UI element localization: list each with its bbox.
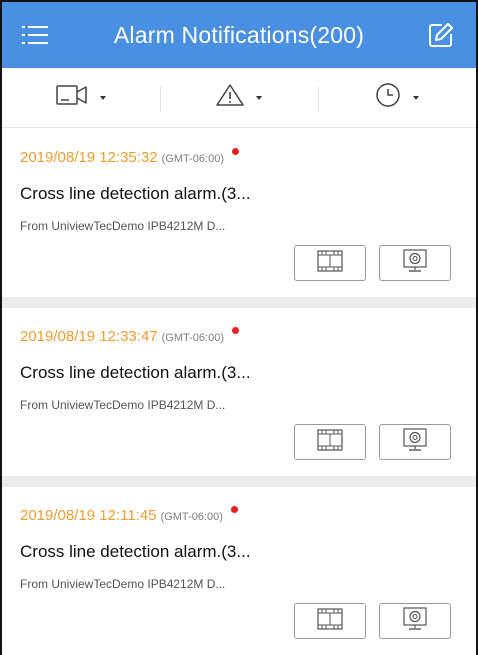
camera-icon <box>56 84 88 111</box>
film-icon <box>317 428 343 456</box>
playback-button[interactable] <box>294 424 366 460</box>
alarm-list: 2019/08/19 12:35:32 (GMT-06:00) Cross li… <box>2 129 476 655</box>
live-view-button[interactable] <box>379 245 451 281</box>
playback-button[interactable] <box>294 603 366 639</box>
alarm-source: From UniviewTecDemo IPB4212M D... <box>20 577 226 591</box>
page-title: Alarm Notifications(200) <box>113 21 365 48</box>
alarm-title: Cross line detection alarm.(3... <box>20 184 251 203</box>
film-icon <box>317 607 343 635</box>
alarm-card[interactable]: 2019/08/19 12:35:32 (GMT-06:00) Cross li… <box>2 129 476 297</box>
chevron-down-icon <box>413 95 419 100</box>
alarm-card[interactable]: 2019/08/19 12:11:45 (GMT-06:00) Cross li… <box>2 487 476 655</box>
unread-dot <box>230 506 238 513</box>
card-separator <box>2 476 476 487</box>
alarm-title: Cross line detection alarm.(3... <box>20 363 251 382</box>
monitor-icon <box>402 248 428 278</box>
app-header: Alarm Notifications(200) <box>2 2 476 68</box>
filter-bar <box>2 68 476 128</box>
chevron-down-icon <box>100 95 106 100</box>
alarm-time: 2019/08/19 12:35:32 <box>20 149 158 166</box>
chevron-down-icon <box>256 95 262 100</box>
menu-icon[interactable] <box>22 24 48 46</box>
alarm-time: 2019/08/19 12:11:45 <box>20 507 157 524</box>
monitor-icon <box>402 427 428 457</box>
clock-icon <box>375 82 401 113</box>
alarm-timezone: (GMT-06:00) <box>161 153 224 165</box>
device-filter[interactable] <box>2 68 160 127</box>
alarm-card[interactable]: 2019/08/19 12:33:47 (GMT-06:00) Cross li… <box>2 308 476 476</box>
monitor-icon <box>402 606 428 636</box>
live-view-button[interactable] <box>379 603 451 639</box>
alarm-title: Cross line detection alarm.(3... <box>20 542 251 561</box>
alarm-timezone: (GMT-06:00) <box>160 511 223 523</box>
time-filter[interactable] <box>318 68 476 127</box>
alarm-source: From UniviewTecDemo IPB4212M D... <box>20 398 226 412</box>
alarm-source: From UniviewTecDemo IPB4212M D... <box>20 219 226 233</box>
alarm-time: 2019/08/19 12:33:47 <box>20 328 158 345</box>
alert-triangle-icon <box>216 83 244 112</box>
playback-button[interactable] <box>294 245 366 281</box>
edit-icon[interactable] <box>428 22 454 48</box>
alarm-timezone: (GMT-06:00) <box>161 332 224 344</box>
app-frame: Alarm Notifications(200) 2019/08/19 12:3… <box>0 0 478 655</box>
unread-dot <box>232 148 239 155</box>
film-icon <box>317 249 343 277</box>
alarm-type-filter[interactable] <box>160 68 318 127</box>
live-view-button[interactable] <box>379 424 451 460</box>
unread-dot <box>232 327 239 334</box>
card-separator <box>2 297 476 308</box>
